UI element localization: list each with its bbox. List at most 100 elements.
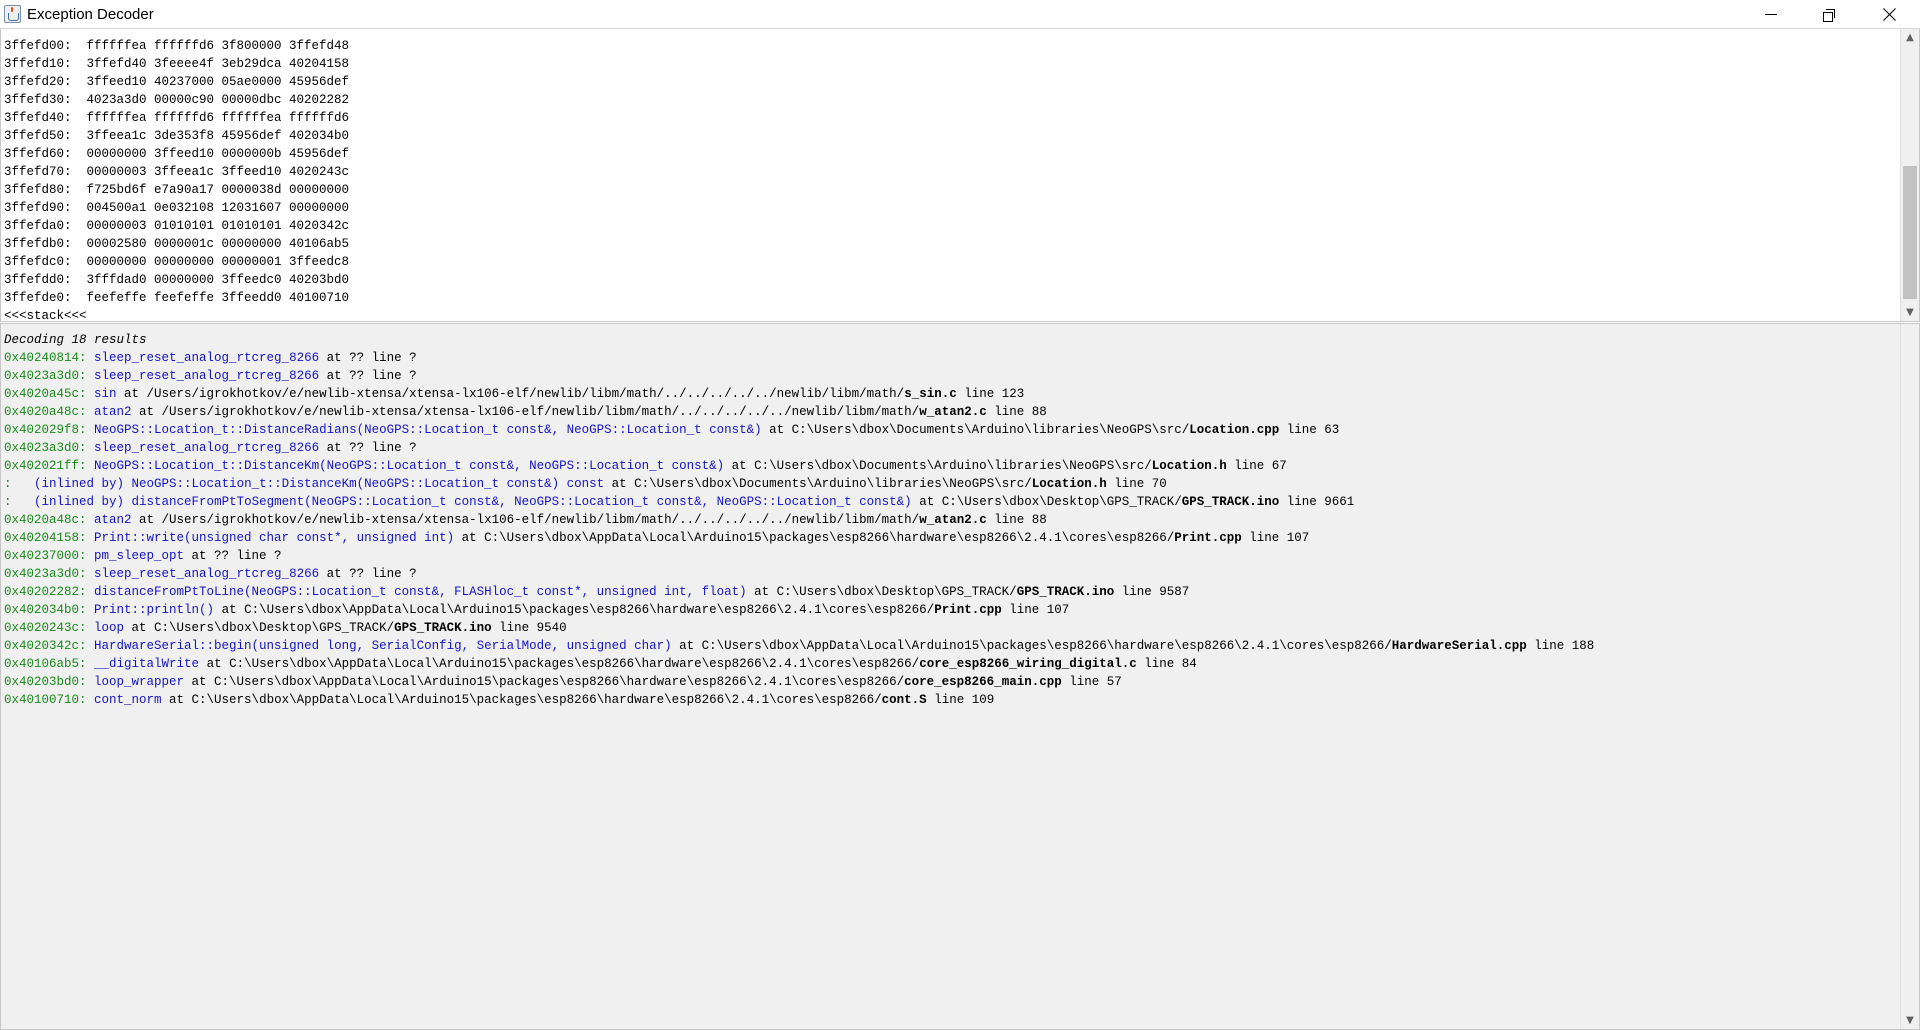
result-location: at C:\Users\dbox\Desktop\GPS_TRACK/ (746, 585, 1017, 599)
result-line-info: at ?? line ? (319, 441, 417, 455)
java-cup-icon (4, 5, 21, 23)
result-line-info: at ?? line ? (319, 351, 417, 365)
window-title: Exception Decoder (27, 6, 154, 23)
result-address: 0x4020243c: (4, 621, 87, 635)
result-function: NeoGPS::Location_t::DistanceRadians(NeoG… (94, 423, 762, 437)
result-function: pm_sleep_opt (94, 549, 185, 563)
result-file-name: GPS_TRACK.ino (394, 621, 492, 635)
decode-result-row: 0x4023a3d0: sleep_reset_analog_rtcreg_82… (4, 439, 1895, 457)
result-line-info: line 57 (1061, 675, 1122, 689)
decode-result-row: 0x40237000: pm_sleep_opt at ?? line ? (4, 547, 1895, 565)
stack-row: 3ffefd10: 3ffefd40 3feeee4f 3eb29dca 402… (4, 57, 350, 71)
result-function: loop (94, 621, 125, 635)
result-file-name: Location.cpp (1189, 423, 1280, 437)
result-location: at C:\Users\dbox\AppData\Local\Arduino15… (671, 639, 1392, 653)
result-function: atan2 (94, 513, 132, 527)
stack-scrollbar[interactable]: ▲ ▼ (1900, 29, 1919, 321)
decode-scrollbar[interactable]: ▼ (1900, 324, 1919, 1029)
decode-result-row: 0x402021ff: NeoGPS::Location_t::Distance… (4, 457, 1895, 475)
result-address: 0x40237000: (4, 549, 87, 563)
result-function: NeoGPS::Location_t::DistanceKm(NeoGPS::L… (94, 459, 725, 473)
result-function: sin (94, 387, 117, 401)
result-function: cont_norm (94, 693, 162, 707)
result-function: sleep_reset_analog_rtcreg_8266 (94, 441, 320, 455)
result-location: at /Users/igrokhotkov/e/newlib-xtensa/xt… (131, 513, 920, 527)
decode-result-row: 0x40240814: sleep_reset_analog_rtcreg_82… (4, 349, 1895, 367)
result-line-info: line 107 (1241, 531, 1310, 545)
result-address: 0x402021ff: (4, 459, 87, 473)
result-function: Print::println() (94, 603, 215, 617)
stack-row: 3ffefd70: 00000003 3ffeea1c 3ffeed10 402… (4, 165, 350, 179)
close-icon (1882, 8, 1896, 21)
restore-icon (1823, 8, 1835, 22)
result-address: : (4, 477, 12, 491)
result-function: sleep_reset_analog_rtcreg_8266 (94, 567, 320, 581)
result-address: 0x402029f8: (4, 423, 87, 437)
result-file-name: GPS_TRACK.ino (1181, 495, 1280, 509)
decode-result-row: 0x4020342c: HardwareSerial::begin(unsign… (4, 637, 1895, 655)
result-address: 0x4020342c: (4, 639, 87, 653)
result-function: sleep_reset_analog_rtcreg_8266 (94, 369, 320, 383)
scroll-down-arrow-icon[interactable]: ▼ (1901, 304, 1919, 321)
result-file-name: GPS_TRACK.ino (1016, 585, 1115, 599)
result-file-name: w_atan2.c (919, 513, 987, 527)
result-function: (inlined by) distanceFromPtToSegment(Neo… (19, 495, 912, 509)
result-function: HardwareSerial::begin(unsigned long, Ser… (94, 639, 672, 653)
result-function: loop_wrapper (94, 675, 185, 689)
stack-row: 3ffefd20: 3ffeed10 40237000 05ae0000 459… (4, 75, 350, 89)
result-line-info: line 109 (926, 693, 995, 707)
stack-dump-text-area[interactable]: 3ffefd00: ffffffea ffffffd6 3f800000 3ff… (0, 29, 1920, 323)
result-line-info: line 9661 (1279, 495, 1355, 509)
result-location: at /Users/igrokhotkov/e/newlib-xtensa/xt… (131, 405, 920, 419)
result-line-info: line 67 (1226, 459, 1287, 473)
decode-result-row: 0x4020a48c: atan2 at /Users/igrokhotkov/… (4, 511, 1895, 529)
decode-result-row: 0x4023a3d0: sleep_reset_analog_rtcreg_82… (4, 565, 1895, 583)
result-function: (inlined by) NeoGPS::Location_t::Distanc… (19, 477, 605, 491)
result-line-info: line 123 (956, 387, 1025, 401)
restore-button[interactable] (1800, 0, 1858, 29)
result-line-info: at ?? line ? (319, 369, 417, 383)
result-address: 0x4020a48c: (4, 405, 87, 419)
result-file-name: core_esp8266_wiring_digital.c (919, 657, 1137, 671)
result-file-name: Location.h (1031, 477, 1107, 491)
close-button[interactable] (1858, 0, 1920, 29)
stack-row: 3ffefd30: 4023a3d0 00000c90 00000dbc 402… (4, 93, 350, 107)
stack-row: 3ffefd40: ffffffea ffffffd6 ffffffea fff… (4, 111, 350, 125)
result-function: sleep_reset_analog_rtcreg_8266 (94, 351, 320, 365)
result-location: at C:\Users\dbox\AppData\Local\Arduino15… (161, 693, 882, 707)
result-address: 0x4020a48c: (4, 513, 87, 527)
result-location: at /Users/igrokhotkov/e/newlib-xtensa/xt… (116, 387, 905, 401)
result-address: 0x40240814: (4, 351, 87, 365)
result-location: at C:\Users\dbox\AppData\Local\Arduino15… (214, 603, 935, 617)
decode-result-row: 0x40202282: distanceFromPtToLine(NeoGPS:… (4, 583, 1895, 601)
scroll-up-arrow-icon[interactable]: ▲ (1901, 29, 1919, 46)
decode-result-row: 0x4020a45c: sin at /Users/igrokhotkov/e/… (4, 385, 1895, 403)
result-file-name: HardwareSerial.cpp (1391, 639, 1527, 653)
result-line-info: line 9540 (491, 621, 567, 635)
minimize-button[interactable] (1742, 0, 1800, 29)
result-address: 0x40202282: (4, 585, 87, 599)
stack-row: 3ffefd80: f725bd6f e7a90a17 0000038d 000… (4, 183, 350, 197)
scroll-down-arrow-icon[interactable]: ▼ (1901, 1012, 1919, 1029)
minimize-icon (1765, 14, 1777, 15)
result-location: at C:\Users\dbox\AppData\Local\Arduino15… (454, 531, 1175, 545)
scrollbar-thumb[interactable] (1903, 166, 1917, 299)
decode-result-row: : (inlined by) distanceFromPtToSegment(N… (4, 493, 1895, 511)
decode-result-row: 0x40203bd0: loop_wrapper at C:\Users\dbo… (4, 673, 1895, 691)
decode-results-lines: Decoding 18 results 0x40240814: sleep_re… (4, 331, 1895, 709)
result-address: 0x402034b0: (4, 603, 87, 617)
result-line-info: line 188 (1526, 639, 1595, 653)
decode-result-row: 0x40100710: cont_norm at C:\Users\dbox\A… (4, 691, 1895, 709)
result-function: distanceFromPtToLine(NeoGPS::Location_t … (94, 585, 747, 599)
result-line-info: line 63 (1279, 423, 1340, 437)
result-file-name: Print.cpp (1174, 531, 1242, 545)
stack-row: 3ffefd60: 00000000 3ffeed10 0000000b 459… (4, 147, 350, 161)
stack-row: 3ffefda0: 00000003 01010101 01010101 402… (4, 219, 350, 233)
result-address: 0x40106ab5: (4, 657, 87, 671)
decode-result-row: 0x402029f8: NeoGPS::Location_t::Distance… (4, 421, 1895, 439)
decode-results-text-area[interactable]: Decoding 18 results 0x40240814: sleep_re… (0, 323, 1920, 1030)
result-function: __digitalWrite (94, 657, 200, 671)
result-line-info: line 88 (986, 405, 1047, 419)
result-file-name: Print.cpp (934, 603, 1002, 617)
result-function: Print::write(unsigned char const*, unsig… (94, 531, 455, 545)
